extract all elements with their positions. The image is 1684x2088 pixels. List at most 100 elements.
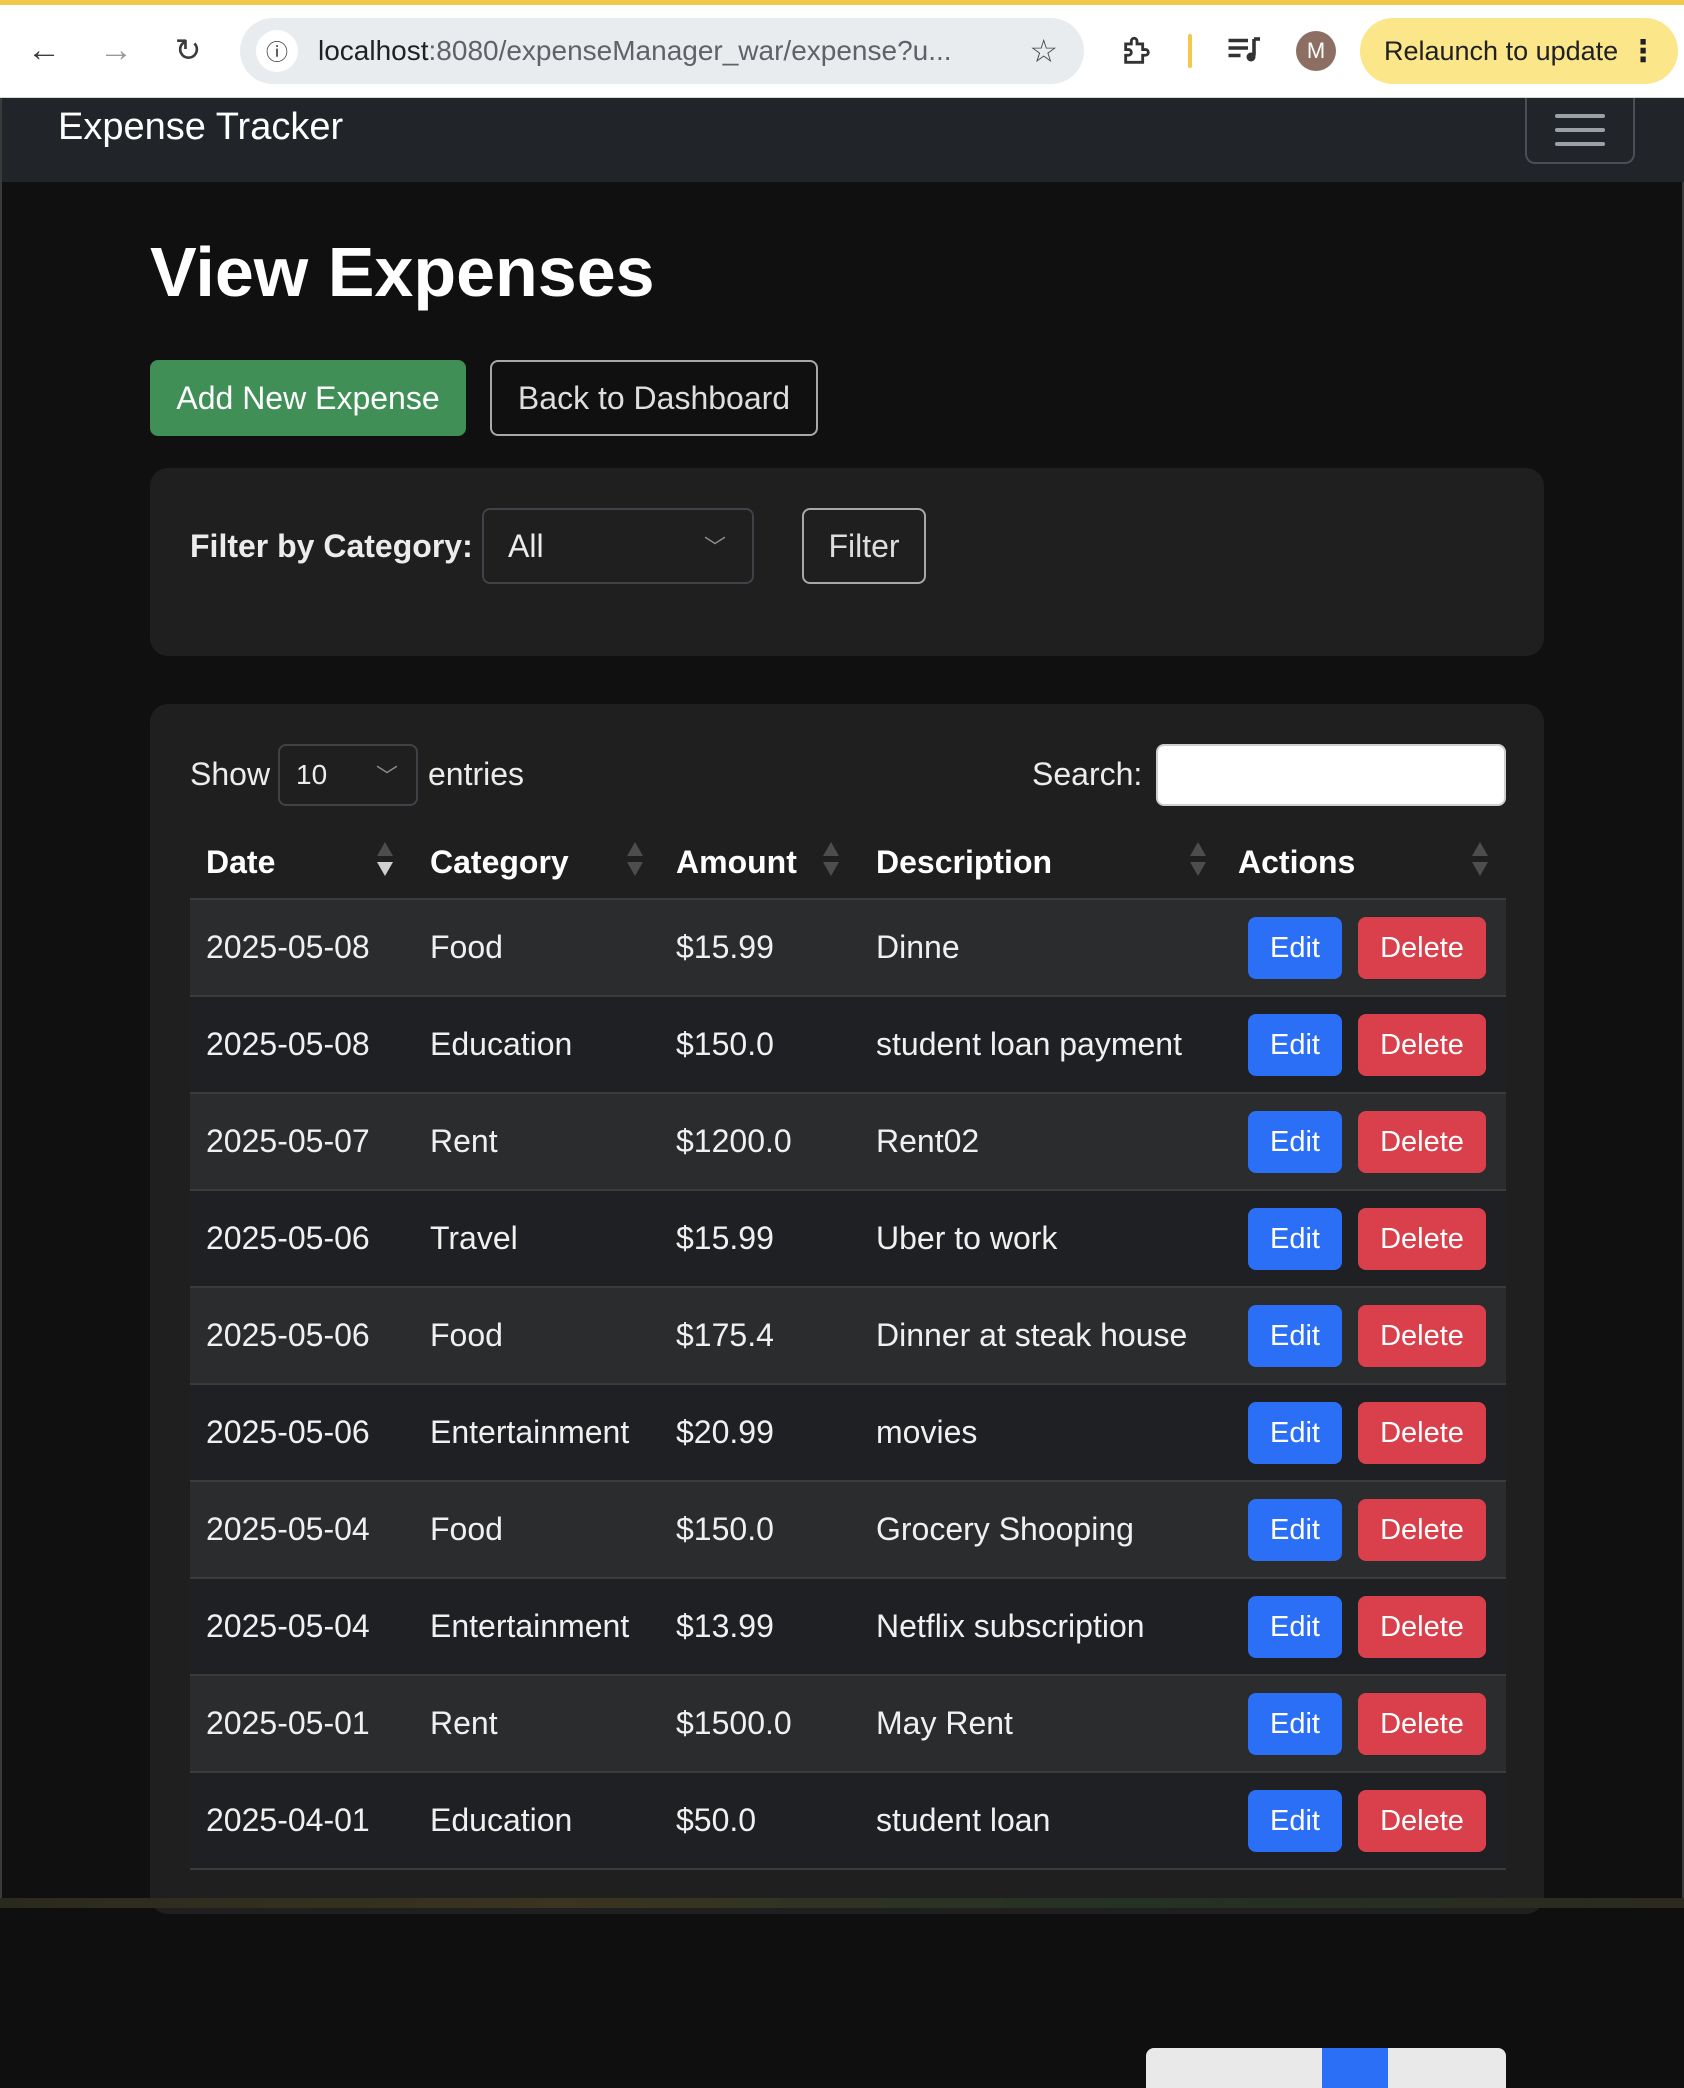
delete-button[interactable]: Delete	[1358, 1790, 1486, 1852]
cell-date: 2025-05-06	[206, 1414, 370, 1450]
column-header-amount[interactable]: Amount	[676, 824, 797, 900]
app-navbar: Expense Tracker	[0, 98, 1684, 182]
delete-button[interactable]: Delete	[1358, 1402, 1486, 1464]
column-header-label: Category	[430, 843, 569, 880]
chevron-down-icon: ﹀	[375, 764, 398, 789]
table-row: 2025-04-01 Education $50.0 student loan …	[190, 1773, 1506, 1870]
category-select[interactable]: All ﹀	[482, 508, 754, 584]
cell-date: 2025-05-04	[206, 1511, 370, 1547]
column-header-description[interactable]: Description	[876, 824, 1052, 900]
pagination-next-button[interactable]	[1388, 2048, 1506, 2088]
delete-button[interactable]: Delete	[1358, 1499, 1486, 1561]
column-header-actions[interactable]: Actions	[1238, 824, 1355, 900]
search-label: Search:	[1032, 756, 1143, 792]
table-row: 2025-05-04 Entertainment $13.99 Netflix …	[190, 1579, 1506, 1676]
edit-button[interactable]: Edit	[1248, 1208, 1342, 1270]
column-header-date[interactable]: Date	[206, 824, 275, 900]
relaunch-button[interactable]: Relaunch to update ⋮	[1360, 18, 1678, 84]
site-info-icon[interactable]: ⓘ	[256, 30, 298, 72]
cell-amount: $175.4	[676, 1317, 774, 1353]
chevron-down-icon: ﹀	[703, 535, 726, 560]
cell-description: student loan	[876, 1802, 1051, 1838]
entries-length-value: 10	[296, 759, 328, 790]
edit-button[interactable]: Edit	[1248, 1790, 1342, 1852]
edit-button[interactable]: Edit	[1248, 917, 1342, 979]
profile-avatar[interactable]: M	[1296, 31, 1336, 71]
cell-category: Entertainment	[430, 1608, 630, 1644]
cell-amount: $1500.0	[676, 1705, 792, 1741]
media-queue-icon[interactable]	[1220, 26, 1270, 76]
cell-description: Rent02	[876, 1123, 980, 1159]
cell-description: Uber to work	[876, 1220, 1058, 1256]
entries-length-select[interactable]: 10 ﹀	[278, 744, 418, 806]
forward-arrow-icon[interactable]: →	[88, 22, 144, 78]
more-menu-icon[interactable]: ⋮	[1628, 34, 1658, 69]
cell-category: Rent	[430, 1123, 498, 1159]
add-expense-button[interactable]: Add New Expense	[150, 360, 466, 436]
column-header-label: Amount	[676, 843, 797, 880]
delete-button[interactable]: Delete	[1358, 1305, 1486, 1367]
column-header-category[interactable]: Category	[430, 824, 569, 900]
table-body: 2025-05-08 Food $15.99 Dinne Edit Delete…	[190, 900, 1506, 1870]
sort-icon[interactable]	[1472, 840, 1488, 880]
browser-toolbar: ← → ↻ ⓘ localhost:8080/expenseManager_wa…	[0, 0, 1684, 98]
edit-button[interactable]: Edit	[1248, 1693, 1342, 1755]
desktop-background-strip	[0, 1898, 1684, 1908]
table-header-row: Date Category Amount Description Actions	[190, 824, 1506, 900]
navbar-brand[interactable]: Expense Tracker	[58, 106, 343, 149]
delete-button[interactable]: Delete	[1358, 1596, 1486, 1658]
cell-description: Grocery Shooping	[876, 1511, 1134, 1547]
cell-category: Education	[430, 1802, 573, 1838]
cell-category: Entertainment	[430, 1414, 630, 1450]
delete-button[interactable]: Delete	[1358, 1111, 1486, 1173]
cell-date: 2025-05-08	[206, 1026, 370, 1062]
url-text[interactable]: localhost:8080/expenseManager_war/expens…	[318, 35, 998, 67]
filter-button[interactable]: Filter	[802, 508, 926, 584]
cell-amount: $1200.0	[676, 1123, 792, 1159]
edit-button[interactable]: Edit	[1248, 1596, 1342, 1658]
table-row: 2025-05-06 Travel $15.99 Uber to work Ed…	[190, 1191, 1506, 1288]
cell-category: Rent	[430, 1705, 498, 1741]
edit-button[interactable]: Edit	[1248, 1402, 1342, 1464]
edit-button[interactable]: Edit	[1248, 1499, 1342, 1561]
cell-description: May Rent	[876, 1705, 1013, 1741]
back-to-dashboard-button[interactable]: Back to Dashboard	[490, 360, 818, 436]
back-arrow-icon[interactable]: ←	[16, 22, 72, 78]
bookmark-star-icon[interactable]: ☆	[1029, 32, 1058, 70]
pagination-previous-button[interactable]	[1146, 2048, 1322, 2088]
column-header-label: Description	[876, 843, 1053, 880]
address-bar[interactable]: ⓘ localhost:8080/expenseManager_war/expe…	[240, 18, 1084, 84]
sort-icon[interactable]	[823, 840, 839, 880]
reload-icon[interactable]: ↻	[160, 22, 216, 78]
pagination-current-page[interactable]	[1322, 2048, 1388, 2088]
url-host: localhost	[318, 35, 429, 66]
table-row: 2025-05-07 Rent $1200.0 Rent02 Edit Dele…	[190, 1094, 1506, 1191]
edit-button[interactable]: Edit	[1248, 1305, 1342, 1367]
edit-button[interactable]: Edit	[1248, 1014, 1342, 1076]
cell-description: Netflix subscription	[876, 1608, 1145, 1644]
extensions-puzzle-icon[interactable]	[1112, 26, 1162, 76]
toolbar-divider	[1188, 34, 1192, 68]
cell-date: 2025-05-01	[206, 1705, 370, 1741]
cell-amount: $150.0	[676, 1026, 774, 1062]
cell-date: 2025-05-07	[206, 1123, 370, 1159]
edit-button[interactable]: Edit	[1248, 1111, 1342, 1173]
cell-description: student loan payment	[876, 1026, 1182, 1062]
table-row: 2025-05-01 Rent $1500.0 May Rent Edit De…	[190, 1676, 1506, 1773]
sort-icon[interactable]	[627, 840, 643, 880]
cell-category: Travel	[430, 1220, 518, 1256]
expenses-table-card: Show 10 ﹀ entries Search: Date Category …	[150, 704, 1544, 2088]
table-row: 2025-05-08 Education $150.0 student loan…	[190, 997, 1506, 1094]
cell-amount: $15.99	[676, 1220, 774, 1256]
pagination	[1146, 2048, 1506, 2088]
hamburger-menu-icon[interactable]	[1525, 98, 1635, 164]
delete-button[interactable]: Delete	[1358, 917, 1486, 979]
sort-icon[interactable]	[1190, 840, 1206, 880]
sort-desc-icon[interactable]	[377, 840, 393, 880]
search-input[interactable]	[1156, 744, 1506, 806]
delete-button[interactable]: Delete	[1358, 1208, 1486, 1270]
table-row: 2025-05-08 Food $15.99 Dinne Edit Delete	[190, 900, 1506, 997]
delete-button[interactable]: Delete	[1358, 1014, 1486, 1076]
filter-category-label: Filter by Category:	[190, 528, 473, 564]
delete-button[interactable]: Delete	[1358, 1693, 1486, 1755]
